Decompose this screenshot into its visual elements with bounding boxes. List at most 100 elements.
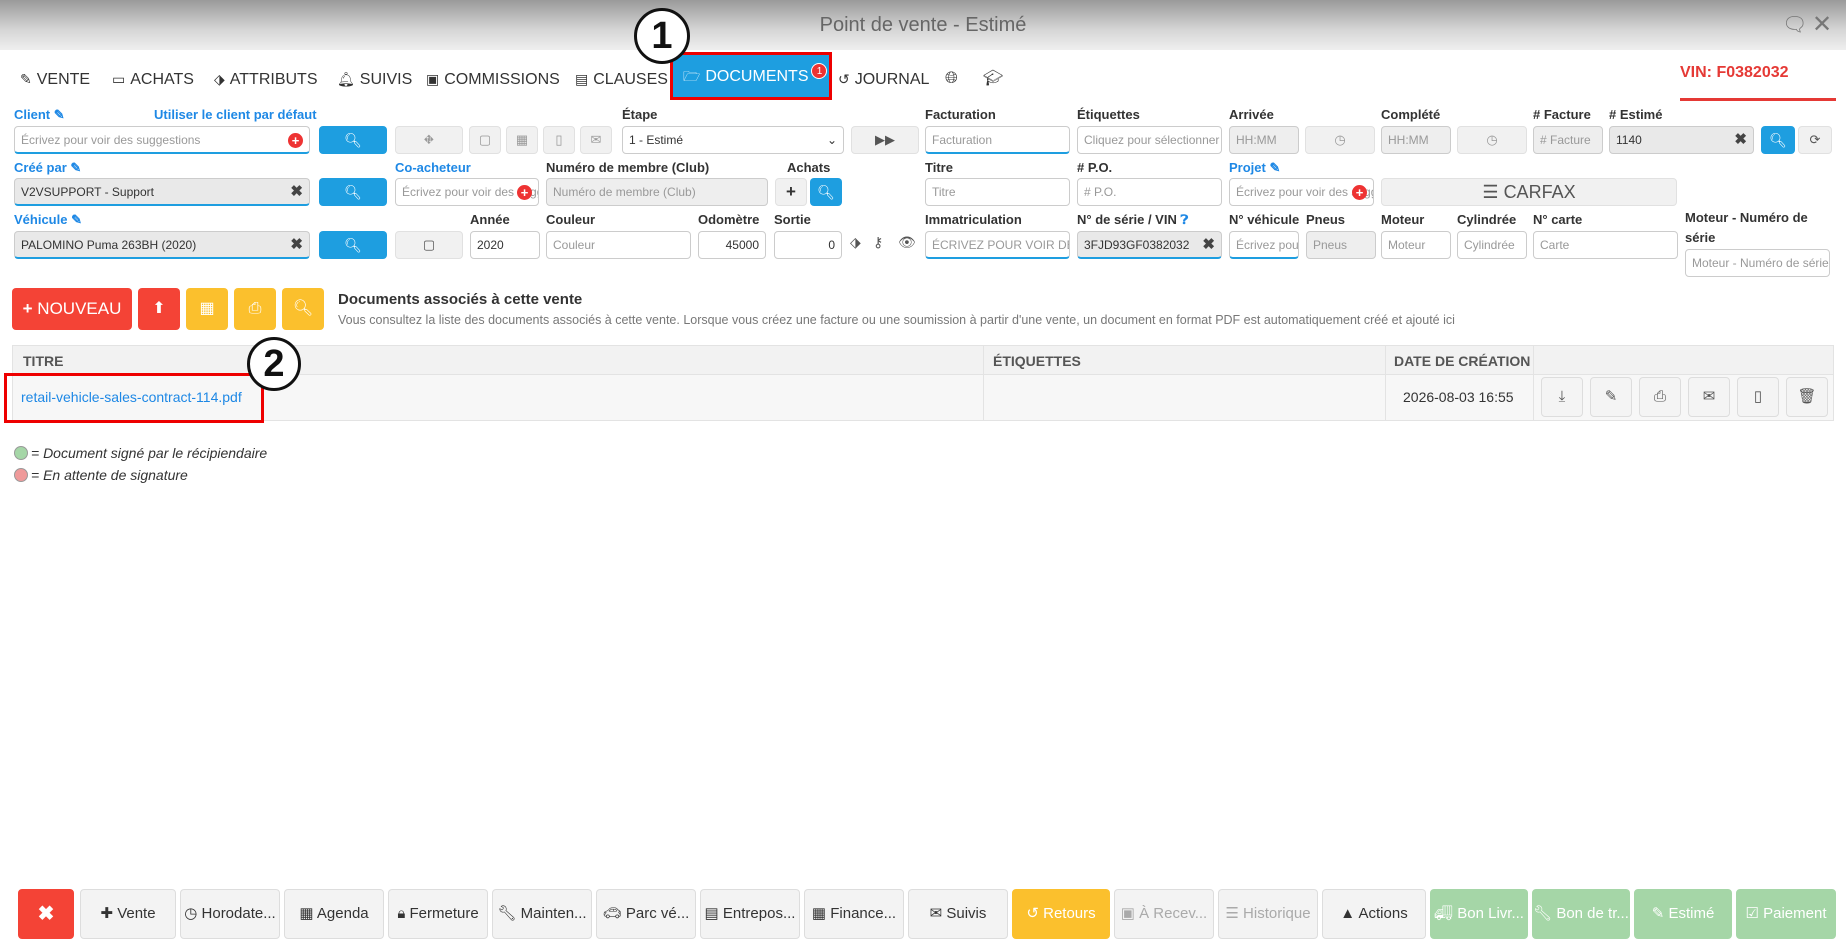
- tab-journal[interactable]: ↺ JOURNAL: [838, 60, 929, 98]
- add-client-icon[interactable]: +: [288, 133, 303, 148]
- client-label[interactable]: Client ✎: [14, 107, 65, 123]
- delete-document-button[interactable]: 🗑︎: [1786, 377, 1828, 417]
- couleur-input[interactable]: Couleur: [546, 231, 691, 259]
- cree-par-input[interactable]: V2VSUPPORT - Support ✖: [14, 178, 310, 206]
- document-title-link[interactable]: retail-vehicle-sales-contract-114.pdf: [21, 389, 242, 405]
- mobile-document-button[interactable]: ▯: [1737, 377, 1779, 417]
- search-documents-button[interactable]: 🔍︎: [282, 288, 324, 330]
- po-input[interactable]: # P.O.: [1077, 178, 1222, 206]
- bottom-paiement-button[interactable]: ☑ Paiement: [1736, 889, 1836, 939]
- bottom-bon-travail-button[interactable]: 🔧︎ Bon de tr...: [1532, 889, 1630, 939]
- next-step-button[interactable]: ▶▶: [851, 126, 919, 154]
- email-document-button[interactable]: ✉: [1688, 377, 1730, 417]
- pneus-input[interactable]: Pneus: [1306, 231, 1376, 259]
- cylindree-input[interactable]: Cylindrée: [1457, 231, 1527, 259]
- note-button[interactable]: ▢: [469, 126, 501, 154]
- use-default-client-link[interactable]: Utiliser le client par défaut: [154, 107, 317, 122]
- serie-input[interactable]: 3FJD93GF0382032 ✖: [1077, 231, 1222, 259]
- projet-label[interactable]: Projet ✎: [1229, 160, 1280, 176]
- immat-input[interactable]: ÉCRIVEZ POUR VOIR DES SUGG: [925, 231, 1070, 259]
- bottom-finance-button[interactable]: ▦ Finance...: [804, 889, 904, 939]
- etiquettes-input[interactable]: Cliquez pour sélectionner: [1077, 126, 1222, 154]
- print-button[interactable]: ⎙: [234, 288, 276, 330]
- facturation-input[interactable]: Facturation: [925, 126, 1070, 154]
- bottom-actions-button[interactable]: ▲ Actions: [1322, 889, 1426, 939]
- vehicule-search-button[interactable]: 🔍︎: [319, 231, 387, 259]
- moteur-serie-input[interactable]: Moteur - Numéro de série: [1685, 249, 1830, 277]
- email-button[interactable]: ✉: [580, 126, 612, 154]
- calendar-button[interactable]: ▦: [506, 126, 538, 154]
- facture-input[interactable]: # Facture: [1533, 126, 1603, 154]
- tab-achats[interactable]: ▭ ACHATS: [112, 60, 194, 98]
- estime-input[interactable]: 1140 ✖: [1609, 126, 1754, 154]
- help-icon[interactable]: ❓︎: [1180, 212, 1188, 227]
- vehicule-input[interactable]: PALOMINO Puma 263BH (2020) ✖: [14, 231, 310, 259]
- titre-input[interactable]: Titre: [925, 178, 1070, 206]
- clear-icon[interactable]: ✖: [1202, 232, 1215, 257]
- road-button[interactable]: ⛖: [395, 126, 463, 154]
- client-input[interactable]: Écrivez pour voir des suggestions +: [14, 126, 310, 154]
- clear-icon[interactable]: ✖: [290, 232, 303, 257]
- complete-input[interactable]: HH:MM: [1381, 126, 1451, 154]
- key-icon[interactable]: ⚷: [873, 234, 883, 251]
- bottom-entreposage-button[interactable]: ▤ Entrepos...: [700, 889, 800, 939]
- bottom-maintenance-button[interactable]: 🔧︎ Mainten...: [492, 889, 592, 939]
- membre-input[interactable]: Numéro de membre (Club): [546, 178, 768, 206]
- grid-view-button[interactable]: ▦: [186, 288, 228, 330]
- bottom-bon-livraison-button[interactable]: 🚚︎ Bon Livr...: [1430, 889, 1528, 939]
- tab-clauses[interactable]: ▤ CLAUSES: [575, 60, 668, 98]
- globe-icon[interactable]: 🌐︎: [945, 60, 958, 98]
- edit-document-button[interactable]: ✎: [1590, 377, 1632, 417]
- column-header-etiquettes[interactable]: ÉTIQUETTES: [993, 353, 1081, 369]
- bottom-a-recevoir-button[interactable]: ▣ À Recev...: [1114, 889, 1214, 939]
- bottom-vente-button[interactable]: ✚ Vente: [80, 889, 176, 939]
- tag-icon[interactable]: ⬗: [850, 234, 861, 251]
- clear-icon[interactable]: ✖: [290, 179, 303, 204]
- tab-commissions[interactable]: ▣ COMMISSIONS: [426, 60, 560, 98]
- projet-input[interactable]: Écrivez pour voir des sugg +: [1229, 178, 1374, 206]
- estime-search-button[interactable]: 🔍︎: [1761, 126, 1795, 154]
- achats-search-button[interactable]: 🔍︎: [810, 178, 842, 206]
- refresh-button[interactable]: ⟳: [1798, 126, 1832, 154]
- arrivee-clock-button[interactable]: ◷: [1305, 126, 1375, 154]
- add-achat-button[interactable]: +: [775, 178, 807, 206]
- download-button[interactable]: ⤓: [1541, 377, 1583, 417]
- coacheteur-input[interactable]: Écrivez pour voir des sugg +: [395, 178, 539, 206]
- graduation-cap-icon[interactable]: 🎓︎: [983, 60, 1003, 98]
- bottom-suivis-button[interactable]: ✉ Suivis: [908, 889, 1008, 939]
- odometre-input[interactable]: 45000: [698, 231, 766, 259]
- new-document-button[interactable]: + NOUVEAU: [12, 288, 132, 330]
- bottom-horodateur-button[interactable]: ◷ Horodate...: [180, 889, 280, 939]
- print-document-button[interactable]: ⎙: [1639, 377, 1681, 417]
- carte-input[interactable]: Carte: [1533, 231, 1678, 259]
- cree-par-label[interactable]: Créé par ✎: [14, 160, 81, 176]
- tab-suivis[interactable]: 🔔︎ SUIVIS: [337, 60, 412, 98]
- vehicule-note-button[interactable]: ▢: [395, 231, 463, 259]
- bottom-historique-button[interactable]: ☰ Historique: [1218, 889, 1318, 939]
- tab-attributs[interactable]: ⬗ ATTRIBUTS: [214, 60, 317, 98]
- eye-icon[interactable]: 👁︎: [898, 234, 916, 251]
- bottom-estime-button[interactable]: ✎ Estimé: [1634, 889, 1732, 939]
- arrivee-input[interactable]: HH:MM: [1229, 126, 1299, 154]
- etape-select[interactable]: 1 - Estimé ⌄: [622, 126, 844, 154]
- upload-button[interactable]: ⬆: [138, 288, 180, 330]
- vin-tab[interactable]: VIN: F0382032: [1680, 64, 1789, 82]
- column-header-titre[interactable]: TITRE: [23, 353, 63, 369]
- column-header-date[interactable]: DATE DE CRÉATION: [1394, 353, 1530, 369]
- moteur-input[interactable]: Moteur: [1381, 231, 1451, 259]
- bottom-parc-button[interactable]: 🚗︎ Parc vé...: [596, 889, 696, 939]
- cancel-button[interactable]: ✖: [18, 889, 74, 939]
- sortie-input[interactable]: 0: [774, 231, 842, 259]
- cree-par-search-button[interactable]: 🔍︎: [319, 178, 387, 206]
- tab-documents[interactable]: 🗁︎ DOCUMENTS 1: [670, 52, 832, 100]
- add-coacheteur-icon[interactable]: +: [517, 185, 532, 200]
- mobile-button[interactable]: ▯: [543, 126, 575, 154]
- complete-clock-button[interactable]: ◷: [1457, 126, 1527, 154]
- client-search-button[interactable]: 🔍︎: [319, 126, 387, 154]
- bottom-retours-button[interactable]: ↺ Retours: [1012, 889, 1110, 939]
- chat-icon[interactable]: 🗨: [1782, 12, 1807, 37]
- close-icon[interactable]: ✕: [1812, 10, 1832, 39]
- noveh-input[interactable]: Écrivez pour: [1229, 231, 1299, 259]
- carfax-button[interactable]: ☰ CARFAX: [1381, 178, 1677, 206]
- vehicule-label[interactable]: Véhicule ✎: [14, 212, 82, 228]
